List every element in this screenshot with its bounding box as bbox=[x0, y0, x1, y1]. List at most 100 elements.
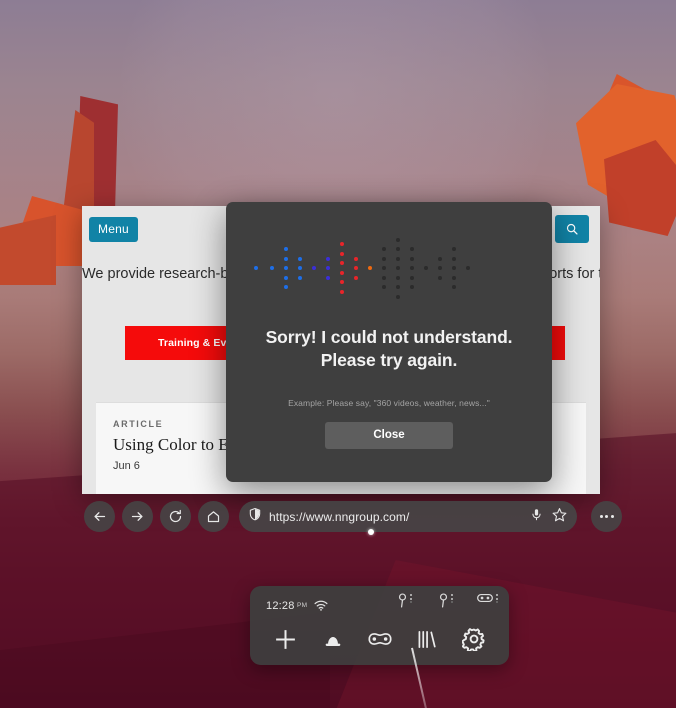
battery-pip bbox=[495, 594, 498, 596]
left-controller-battery bbox=[398, 593, 412, 608]
overflow-menu-button[interactable] bbox=[591, 501, 622, 532]
waveform-dot bbox=[382, 247, 386, 251]
waveform-dot bbox=[354, 266, 358, 270]
battery-pip bbox=[409, 594, 412, 596]
waveform-dot bbox=[410, 275, 414, 280]
waveform-dot bbox=[340, 289, 344, 294]
waveform-dot bbox=[284, 247, 288, 251]
plus-icon bbox=[276, 629, 295, 649]
home-button[interactable] bbox=[317, 623, 349, 655]
waveform-dot bbox=[340, 261, 344, 266]
new-tab-button[interactable] bbox=[270, 623, 302, 655]
waveform-dot bbox=[382, 266, 386, 270]
battery-pip bbox=[495, 597, 498, 600]
library-icon bbox=[418, 630, 436, 648]
battery-pip bbox=[450, 597, 453, 600]
waveform-dot bbox=[396, 237, 400, 242]
search-button[interactable] bbox=[555, 215, 589, 243]
dialog-hint-text: Example: Please say, "360 videos, weathe… bbox=[288, 397, 490, 408]
more-options-icon-dot-3 bbox=[610, 515, 614, 518]
waveform-dot bbox=[298, 275, 302, 280]
dock-status-bar: 12:28 PM bbox=[250, 586, 509, 617]
waveform-dot bbox=[284, 275, 288, 280]
waveform-dot bbox=[396, 294, 400, 299]
waveform-dot bbox=[270, 266, 274, 270]
waveform-dot bbox=[284, 266, 288, 270]
waveform-dot bbox=[284, 256, 288, 261]
battery-level-pips bbox=[409, 593, 412, 604]
battery-level-pips bbox=[450, 593, 453, 604]
waveform-dot bbox=[340, 280, 344, 285]
voice-error-dialog: Sorry! I could not understand. Please tr… bbox=[226, 202, 552, 482]
waveform-dot bbox=[466, 266, 470, 270]
waveform-dot bbox=[438, 266, 442, 270]
waveform-dot bbox=[312, 266, 316, 270]
library-button[interactable] bbox=[411, 623, 443, 655]
waveform-dot bbox=[326, 266, 330, 270]
waveform-dot bbox=[382, 285, 386, 289]
dock-action-bar bbox=[250, 617, 509, 661]
battery-pip bbox=[409, 597, 412, 600]
star-icon[interactable] bbox=[552, 507, 567, 527]
url-text[interactable]: https://www.nngroup.com/ bbox=[269, 510, 530, 524]
controller-icon bbox=[439, 593, 448, 608]
waveform-dot bbox=[396, 275, 400, 280]
waveform-dot bbox=[424, 266, 428, 270]
menu-button[interactable]: Menu bbox=[89, 217, 138, 242]
waveform-dot bbox=[368, 266, 372, 270]
clock-meridiem: PM bbox=[297, 602, 308, 609]
close-button[interactable]: Close bbox=[325, 421, 453, 449]
gear-icon bbox=[461, 628, 485, 651]
waveform-dot bbox=[298, 256, 302, 261]
dialog-message-line-1: Sorry! I could not understand. bbox=[265, 327, 513, 347]
settings-button[interactable] bbox=[458, 623, 490, 655]
waveform-dot bbox=[438, 275, 442, 280]
microphone-icon[interactable] bbox=[530, 507, 543, 527]
waveform-dot bbox=[340, 242, 344, 247]
waveform-dot bbox=[438, 256, 442, 261]
waveform-dot bbox=[354, 275, 358, 280]
wifi-icon bbox=[314, 600, 328, 611]
waveform-dot bbox=[354, 256, 358, 261]
home-button[interactable] bbox=[198, 501, 229, 532]
voice-waveform bbox=[226, 232, 552, 302]
waveform-dot bbox=[284, 285, 288, 289]
home-icon bbox=[207, 511, 220, 523]
waveform-dot bbox=[410, 266, 414, 270]
waveform-dot bbox=[396, 256, 400, 261]
waveform-dot bbox=[340, 270, 344, 275]
system-dock: 12:28 PM bbox=[250, 586, 509, 665]
dialog-message-line-2: Please try again. bbox=[320, 350, 458, 371]
oculus-home-icon bbox=[325, 636, 340, 646]
mask-icon bbox=[367, 633, 392, 645]
waveform-dot bbox=[382, 275, 386, 280]
battery-pip bbox=[495, 601, 498, 604]
waveform-dot bbox=[326, 275, 330, 280]
battery-level-pips bbox=[495, 593, 498, 604]
waveform-dot bbox=[452, 247, 456, 251]
more-options-icon bbox=[599, 515, 603, 518]
battery-pip bbox=[450, 594, 453, 596]
more-options-icon-dot-2 bbox=[605, 515, 608, 518]
battery-pip bbox=[409, 601, 412, 604]
controller-icon bbox=[398, 593, 407, 608]
waveform-dot bbox=[340, 251, 344, 256]
headset-icon bbox=[477, 593, 493, 603]
waveform-dot bbox=[410, 247, 414, 251]
waveform-dot bbox=[410, 256, 414, 261]
url-bar[interactable]: https://www.nngroup.com/ bbox=[239, 501, 577, 532]
waveform-dot bbox=[326, 256, 330, 261]
waveform-dot bbox=[452, 275, 456, 280]
back-button[interactable] bbox=[84, 501, 115, 532]
waveform-dot bbox=[298, 266, 302, 270]
cursor-dot bbox=[368, 529, 374, 535]
reload-icon bbox=[169, 509, 182, 523]
waveform-dot bbox=[452, 256, 456, 261]
private-browsing-button[interactable] bbox=[364, 623, 396, 655]
reload-button[interactable] bbox=[160, 501, 191, 532]
waveform-dot bbox=[396, 247, 400, 251]
browser-toolbar: https://www.nngroup.com/ bbox=[84, 501, 622, 532]
battery-pip bbox=[450, 601, 453, 604]
forward-button[interactable] bbox=[122, 501, 153, 532]
waveform-dot bbox=[382, 256, 386, 261]
